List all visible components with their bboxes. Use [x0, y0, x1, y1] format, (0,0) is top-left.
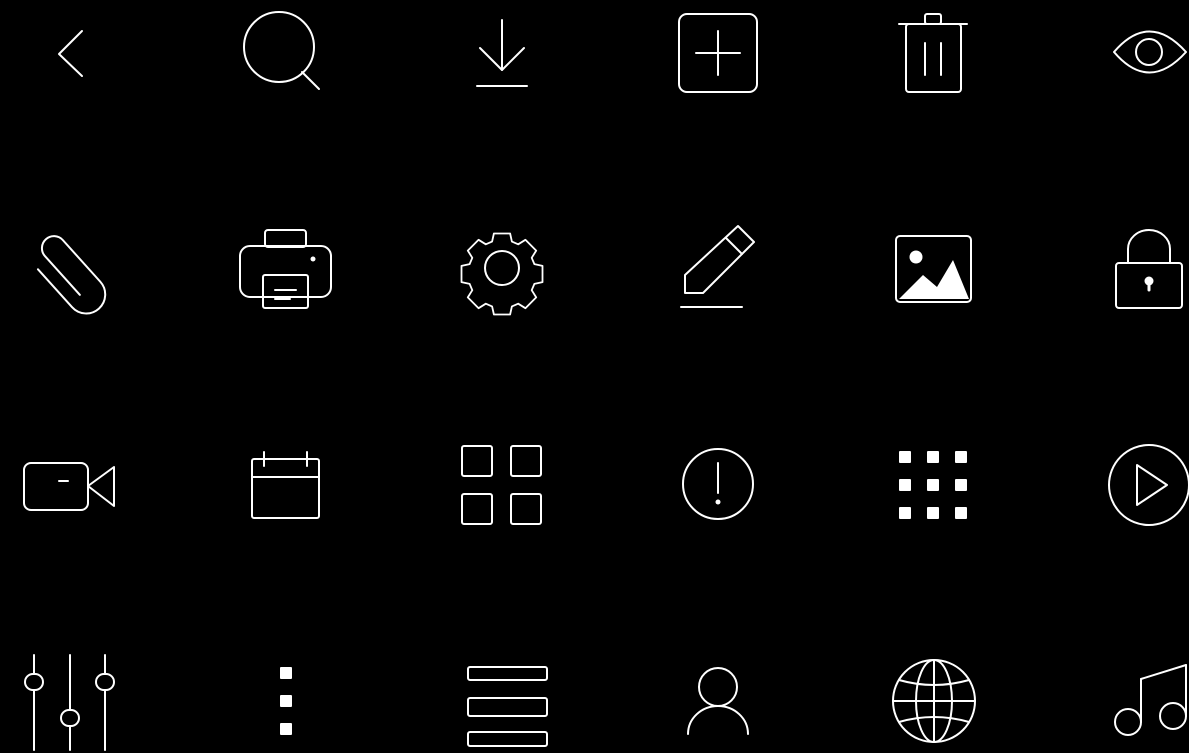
printer-icon[interactable] [239, 229, 332, 309]
chevron-left-icon[interactable] [58, 30, 83, 77]
eye-icon[interactable] [1113, 30, 1187, 74]
alert-circle-icon[interactable] [682, 448, 754, 520]
grid-dots-3x3-icon[interactable] [899, 451, 967, 519]
trash-icon[interactable] [898, 13, 968, 93]
user-icon[interactable] [687, 667, 749, 735]
menu-list-icon[interactable] [467, 666, 548, 747]
video-camera-icon[interactable] [23, 462, 115, 511]
globe-icon[interactable] [892, 659, 976, 743]
sliders-icon[interactable] [24, 654, 115, 751]
search-icon[interactable] [243, 11, 320, 90]
pencil-icon[interactable] [680, 225, 755, 308]
calendar-icon[interactable] [251, 451, 320, 519]
lock-icon[interactable] [1115, 229, 1183, 309]
more-vertical-icon[interactable] [280, 667, 292, 735]
grid-2x2-icon[interactable] [461, 445, 542, 525]
music-note-icon[interactable] [1114, 664, 1187, 736]
icon-canvas [23, 11, 1189, 751]
paperclip-icon[interactable] [27, 231, 113, 321]
download-icon[interactable] [476, 19, 528, 87]
gear-icon[interactable] [460, 232, 544, 316]
image-icon[interactable] [895, 235, 972, 303]
add-square-icon[interactable] [678, 13, 758, 93]
icon-grid [0, 0, 1189, 753]
play-circle-icon[interactable] [1108, 444, 1189, 526]
